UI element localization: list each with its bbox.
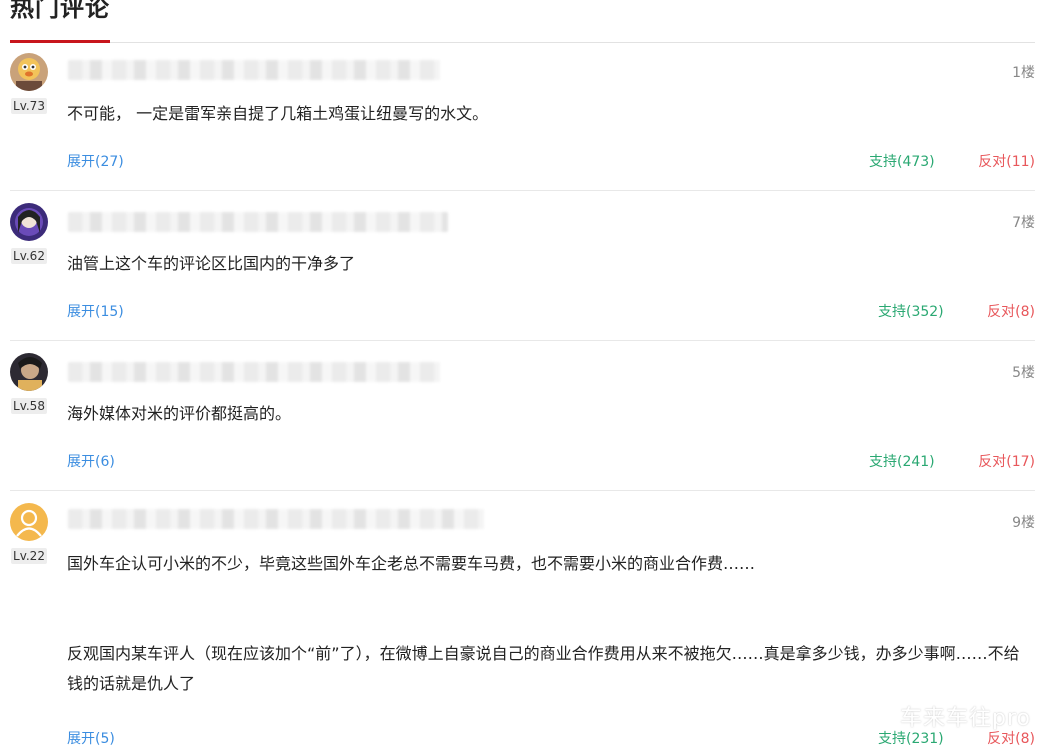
user-avatar[interactable] bbox=[10, 203, 48, 241]
user-avatar[interactable] bbox=[10, 53, 48, 91]
user-avatar[interactable] bbox=[10, 503, 48, 541]
comment-actions: 展开(5) 支持(231) 反对(8) bbox=[67, 728, 1035, 748]
comment-text: 海外媒体对米的评价都挺高的。 bbox=[67, 404, 292, 423]
comment-item: Lv.73 1楼 不可能， 一定是雷军亲自提了几箱土鸡蛋让纽曼写的水文。 展开(… bbox=[10, 53, 1035, 191]
username-blurred[interactable] bbox=[68, 60, 440, 80]
expand-replies-link[interactable]: 展开(6) bbox=[67, 451, 115, 471]
username-blurred[interactable] bbox=[68, 212, 448, 232]
watermark: 车来车往pro bbox=[900, 706, 1031, 731]
floor-number: 1楼 bbox=[1012, 65, 1035, 81]
user-level-badge: Lv.62 bbox=[11, 248, 47, 264]
expand-replies-link[interactable]: 展开(5) bbox=[67, 728, 115, 748]
oppose-button[interactable]: 反对(11) bbox=[978, 151, 1035, 171]
comment-text: 国外车企认可小米的不少，毕竟这些国外车企老总不需要车马费，也不需要小米的商业合作… bbox=[67, 554, 1020, 693]
user-avatar[interactable] bbox=[10, 353, 48, 391]
comment-item: Lv.22 9楼 国外车企认可小米的不少，毕竟这些国外车企老总不需要车马费，也不… bbox=[10, 503, 1035, 756]
support-button[interactable]: 支持(473) bbox=[869, 151, 935, 171]
user-level-badge: Lv.58 bbox=[11, 398, 47, 414]
expand-replies-link[interactable]: 展开(27) bbox=[67, 151, 124, 171]
oppose-button[interactable]: 反对(17) bbox=[978, 451, 1035, 471]
user-level-badge: Lv.73 bbox=[11, 98, 47, 114]
title-divider bbox=[10, 42, 1035, 43]
floor-number: 5楼 bbox=[1012, 365, 1035, 381]
support-button[interactable]: 支持(352) bbox=[878, 301, 944, 321]
oppose-button[interactable]: 反对(8) bbox=[987, 301, 1035, 321]
comment-text: 不可能， 一定是雷军亲自提了几箱土鸡蛋让纽曼写的水文。 bbox=[67, 104, 489, 123]
section-title: 热门评论 bbox=[10, 0, 110, 22]
floor-number: 9楼 bbox=[1012, 515, 1035, 531]
comment-text: 油管上这个车的评论区比国内的干净多了 bbox=[67, 254, 356, 273]
floor-number: 7楼 bbox=[1012, 215, 1035, 231]
comment-actions: 展开(6) 支持(241) 反对(17) bbox=[67, 451, 1035, 471]
comment-actions: 展开(15) 支持(352) 反对(8) bbox=[67, 301, 1035, 321]
title-accent-bar bbox=[10, 40, 110, 43]
username-blurred[interactable] bbox=[68, 362, 440, 382]
user-level-badge: Lv.22 bbox=[11, 548, 47, 564]
expand-replies-link[interactable]: 展开(15) bbox=[67, 301, 124, 321]
support-button[interactable]: 支持(241) bbox=[869, 451, 935, 471]
comment-item: Lv.62 7楼 油管上这个车的评论区比国内的干净多了 展开(15) 支持(35… bbox=[10, 203, 1035, 341]
comment-actions: 展开(27) 支持(473) 反对(11) bbox=[67, 151, 1035, 171]
comment-item: Lv.58 5楼 海外媒体对米的评价都挺高的。 展开(6) 支持(241) 反对… bbox=[10, 353, 1035, 491]
username-blurred[interactable] bbox=[68, 509, 484, 529]
